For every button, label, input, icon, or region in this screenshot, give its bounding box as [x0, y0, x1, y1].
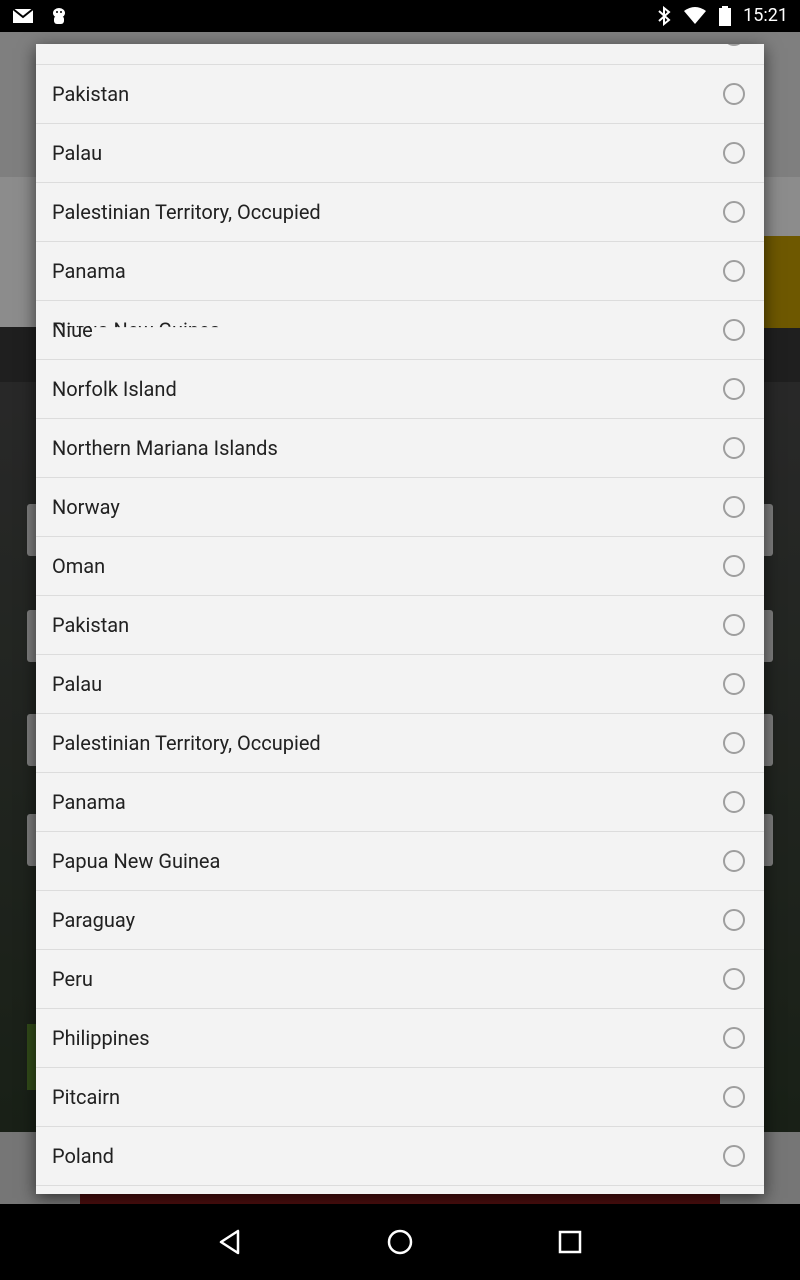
list-item[interactable]: Northern Mariana Islands — [36, 419, 764, 478]
radio-button[interactable] — [723, 909, 745, 931]
list-item-label: Paraguay — [52, 908, 136, 932]
home-icon[interactable] — [382, 1224, 418, 1260]
list-item-label: Palau — [52, 672, 103, 696]
list-item[interactable]: Peru — [36, 950, 764, 1009]
list-item[interactable]: Norway — [36, 478, 764, 537]
list-item-label: Niue — [52, 318, 93, 342]
list-item-label: Pakistan — [52, 613, 130, 637]
list-item-label: Pitcairn — [52, 1085, 121, 1109]
country-list[interactable]: Oman Pakistan Palau Palestinian Territor… — [36, 44, 764, 1186]
radio-button[interactable] — [723, 673, 745, 695]
list-item-label: Palestinian Territory, Occupied — [52, 200, 321, 224]
list-item-label: Norway — [52, 495, 120, 519]
radio-button[interactable] — [723, 732, 745, 754]
list-item[interactable]: Palau — [36, 655, 764, 714]
list-item[interactable]: Palau — [36, 124, 764, 183]
status-bar: 15:21 — [0, 0, 800, 32]
list-item-label: Palau — [52, 141, 103, 165]
radio-button[interactable] — [723, 437, 745, 459]
list-item[interactable]: Pakistan — [36, 65, 764, 124]
list-item[interactable]: Norfolk Island — [36, 360, 764, 419]
list-item-label: Peru — [52, 967, 93, 991]
navigation-bar — [0, 1204, 800, 1280]
radio-button[interactable] — [723, 614, 745, 636]
list-item-label: Pakistan — [52, 82, 130, 106]
radio-button[interactable] — [723, 496, 745, 518]
list-item-label: Oman — [52, 44, 105, 64]
list-item[interactable]: Philippines — [36, 1009, 764, 1068]
radio-button[interactable] — [723, 850, 745, 872]
list-item-overlapped[interactable]: Papua New Guinea Niue — [36, 301, 764, 360]
radio-button[interactable] — [723, 791, 745, 813]
list-item-label: Panama — [52, 259, 126, 283]
list-item[interactable]: Palestinian Territory, Occupied — [36, 183, 764, 242]
bluetooth-icon — [658, 5, 671, 26]
list-item-label: Papua New Guinea — [52, 849, 221, 873]
list-item[interactable]: Papua New Guinea — [36, 832, 764, 891]
radio-button[interactable] — [723, 201, 745, 223]
list-item-label: Palestinian Territory, Occupied — [52, 731, 321, 755]
list-item-label: Poland — [52, 1144, 114, 1168]
status-time: 15:21 — [743, 5, 788, 26]
country-picker-dialog: Oman Pakistan Palau Palestinian Territor… — [36, 44, 764, 1194]
radio-button[interactable] — [723, 83, 745, 105]
radio-button[interactable] — [723, 1145, 745, 1167]
list-item[interactable]: Palestinian Territory, Occupied — [36, 714, 764, 773]
list-item-label: Philippines — [52, 1026, 150, 1050]
list-item-label: Panama — [52, 790, 126, 814]
battery-icon — [719, 5, 732, 26]
list-item[interactable]: Oman — [36, 537, 764, 596]
list-item[interactable]: Panama — [36, 773, 764, 832]
back-icon[interactable] — [212, 1224, 248, 1260]
list-item-label: Oman — [52, 554, 106, 578]
list-item[interactable]: Paraguay — [36, 891, 764, 950]
radio-button[interactable] — [723, 260, 745, 282]
list-item[interactable]: Pitcairn — [36, 1068, 764, 1127]
radio-button[interactable] — [723, 1027, 745, 1049]
radio-button[interactable] — [723, 44, 745, 46]
wifi-icon — [684, 6, 707, 24]
android-debug-icon — [53, 8, 65, 24]
radio-button[interactable] — [723, 1086, 745, 1108]
radio-button[interactable] — [723, 142, 745, 164]
radio-button[interactable] — [723, 378, 745, 400]
list-item-label: Norfolk Island — [52, 377, 177, 401]
list-item[interactable]: Oman — [36, 44, 764, 65]
list-item[interactable]: Panama — [36, 242, 764, 301]
radio-button[interactable] — [723, 319, 745, 341]
recents-icon[interactable] — [552, 1224, 588, 1260]
radio-button[interactable] — [723, 555, 745, 577]
list-item[interactable]: Pakistan — [36, 596, 764, 655]
gmail-icon — [12, 8, 34, 23]
list-item[interactable]: Poland — [36, 1127, 764, 1186]
radio-button[interactable] — [723, 968, 745, 990]
list-item-label: Northern Mariana Islands — [52, 436, 278, 460]
